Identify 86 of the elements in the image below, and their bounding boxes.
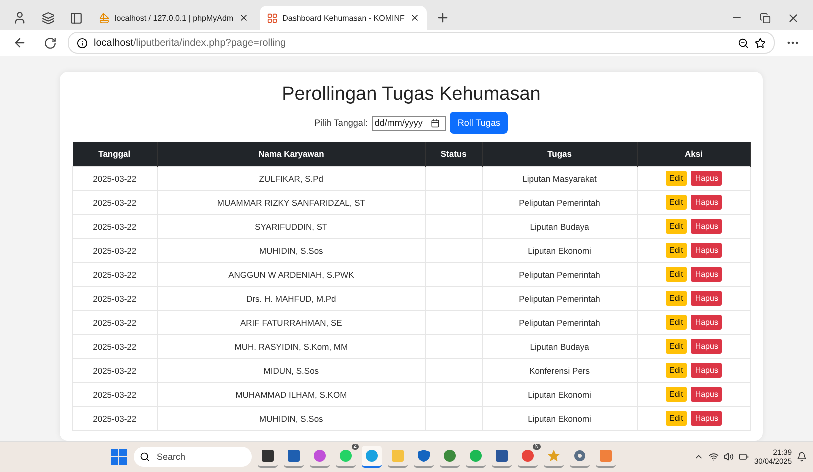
close-icon <box>410 13 420 23</box>
wifi-icon <box>709 452 720 462</box>
delete-button[interactable]: Hapus <box>691 267 722 282</box>
roll-button[interactable]: Roll Tugas <box>450 112 508 134</box>
sailboat-icon <box>99 12 110 24</box>
browser-tab[interactable]: localhost / 127.0.0.1 | phpMyAdm <box>92 6 256 30</box>
table-cell: 2025-03-22 <box>72 406 158 430</box>
table-cell: Peliputan Pemerintah <box>482 310 638 334</box>
table-cell: Peliputan Pemerintah <box>482 190 638 214</box>
browser-tab[interactable]: Dashboard Kehumasan - KOMINF <box>260 6 427 30</box>
delete-button[interactable]: Hapus <box>691 387 722 402</box>
table-cell: Liputan Ekonomi <box>482 382 638 406</box>
notification-icon <box>797 452 807 462</box>
table-cell: ANGGUN W ARDENIAH, S.PWK <box>157 262 426 286</box>
edit-button[interactable]: Edit <box>666 219 688 234</box>
edit-button[interactable]: Edit <box>666 411 688 426</box>
tab-title: localhost / 127.0.0.1 | phpMyAdm <box>115 14 234 22</box>
address-bar[interactable]: localhost/liputberita/index.php?page=rolling <box>68 32 775 54</box>
table-cell: SYARIFUDDIN, ST <box>157 214 426 238</box>
table-cell: 2025-03-22 <box>72 262 158 286</box>
edit-button[interactable]: Edit <box>666 171 688 186</box>
delete-button[interactable]: Hapus <box>691 315 722 330</box>
info-icon <box>77 38 88 48</box>
column-header: Nama Karyawan <box>157 142 426 166</box>
edit-button[interactable]: Edit <box>666 243 688 258</box>
table-cell: ZULFIKAR, S.Pd <box>157 166 426 190</box>
url-text: localhost/liputberita/index.php?page=rolling <box>94 38 288 48</box>
table-cell: Liputan Ekonomi <box>482 406 638 430</box>
date-field[interactable]: dd/mm/yyyy <box>372 116 446 130</box>
delete-button[interactable]: Hapus <box>691 243 722 258</box>
table-cell: Peliputan Pemerintah <box>482 286 638 310</box>
delete-button[interactable]: Hapus <box>691 339 722 354</box>
table-cell: MUHIDIN, S.Sos <box>157 406 426 430</box>
table-cell: 2025-03-22 <box>72 358 158 382</box>
table-cell: MUH. RASYIDIN, S.Kom, MM <box>157 334 426 358</box>
table-cell: 2025-03-22 <box>72 214 158 238</box>
table-cell: 2025-03-22 <box>72 382 158 406</box>
table-cell: Drs. H. MAHFUD, M.Pd <box>157 286 426 310</box>
grid-icon <box>266 12 278 24</box>
table-cell: 2025-03-22 <box>72 238 158 262</box>
table-cell: Peliputan Pemerintah <box>482 262 638 286</box>
table-cell: Liputan Masyarakat <box>482 166 638 190</box>
search-box[interactable]: Search <box>134 447 252 467</box>
table-cell: Liputan Budaya <box>482 214 638 238</box>
column-header: Tugas <box>482 142 638 166</box>
zoom-out-icon <box>738 38 749 48</box>
table-cell: MIDUN, S.Sos <box>157 358 426 382</box>
delete-button[interactable]: Hapus <box>691 363 722 378</box>
date-label: Pilih Tanggal: <box>314 118 368 128</box>
search-field[interactable]: Search <box>155 451 239 463</box>
table-cell: 2025-03-22 <box>72 286 158 310</box>
table-cell: MUHIDIN, S.Sos <box>157 238 426 262</box>
table-cell: 2025-03-22 <box>72 310 158 334</box>
calendar-icon[interactable] <box>430 118 440 128</box>
table-cell: Liputan Ekonomi <box>482 238 638 262</box>
close-icon <box>238 13 249 23</box>
search-icon <box>140 452 150 462</box>
edit-button[interactable]: Edit <box>666 387 688 402</box>
table-cell: 2025-03-22 <box>72 334 158 358</box>
edit-button[interactable]: Edit <box>666 363 688 378</box>
table-cell: ARIF FATURRAHMAN, SE <box>157 310 426 334</box>
start-icon[interactable] <box>110 448 128 466</box>
column-header: Aksi <box>637 142 750 166</box>
table-cell: 2025-03-22 <box>72 166 158 190</box>
delete-button[interactable]: Hapus <box>691 291 722 306</box>
page-title: Perollingan Tugas Kehumasan <box>282 84 541 106</box>
delete-button[interactable]: Hapus <box>691 171 722 186</box>
table-cell: Konferensi Pers <box>482 358 638 382</box>
battery-icon <box>739 452 750 462</box>
table-cell: 2025-03-22 <box>72 190 158 214</box>
delete-button[interactable]: Hapus <box>691 411 722 426</box>
column-header: Status <box>426 142 482 166</box>
delete-button[interactable]: Hapus <box>691 219 722 234</box>
delete-button[interactable]: Hapus <box>691 195 722 210</box>
tab-title: Dashboard Kehumasan - KOMINF <box>282 14 405 22</box>
volume-icon <box>724 452 734 462</box>
column-header: Tanggal <box>72 142 158 166</box>
table-cell: Liputan Budaya <box>482 334 638 358</box>
edit-button[interactable]: Edit <box>666 267 688 282</box>
edit-button[interactable]: Edit <box>666 339 688 354</box>
edit-button[interactable]: Edit <box>666 195 688 210</box>
favorite-icon <box>755 38 766 48</box>
table-cell: MUAMMAR RIZKY SANFARIDZAL, ST <box>157 190 426 214</box>
table-cell: MUHAMMAD ILHAM, S.KOM <box>157 382 426 406</box>
edit-button[interactable]: Edit <box>666 291 688 306</box>
edit-button[interactable]: Edit <box>666 315 688 330</box>
